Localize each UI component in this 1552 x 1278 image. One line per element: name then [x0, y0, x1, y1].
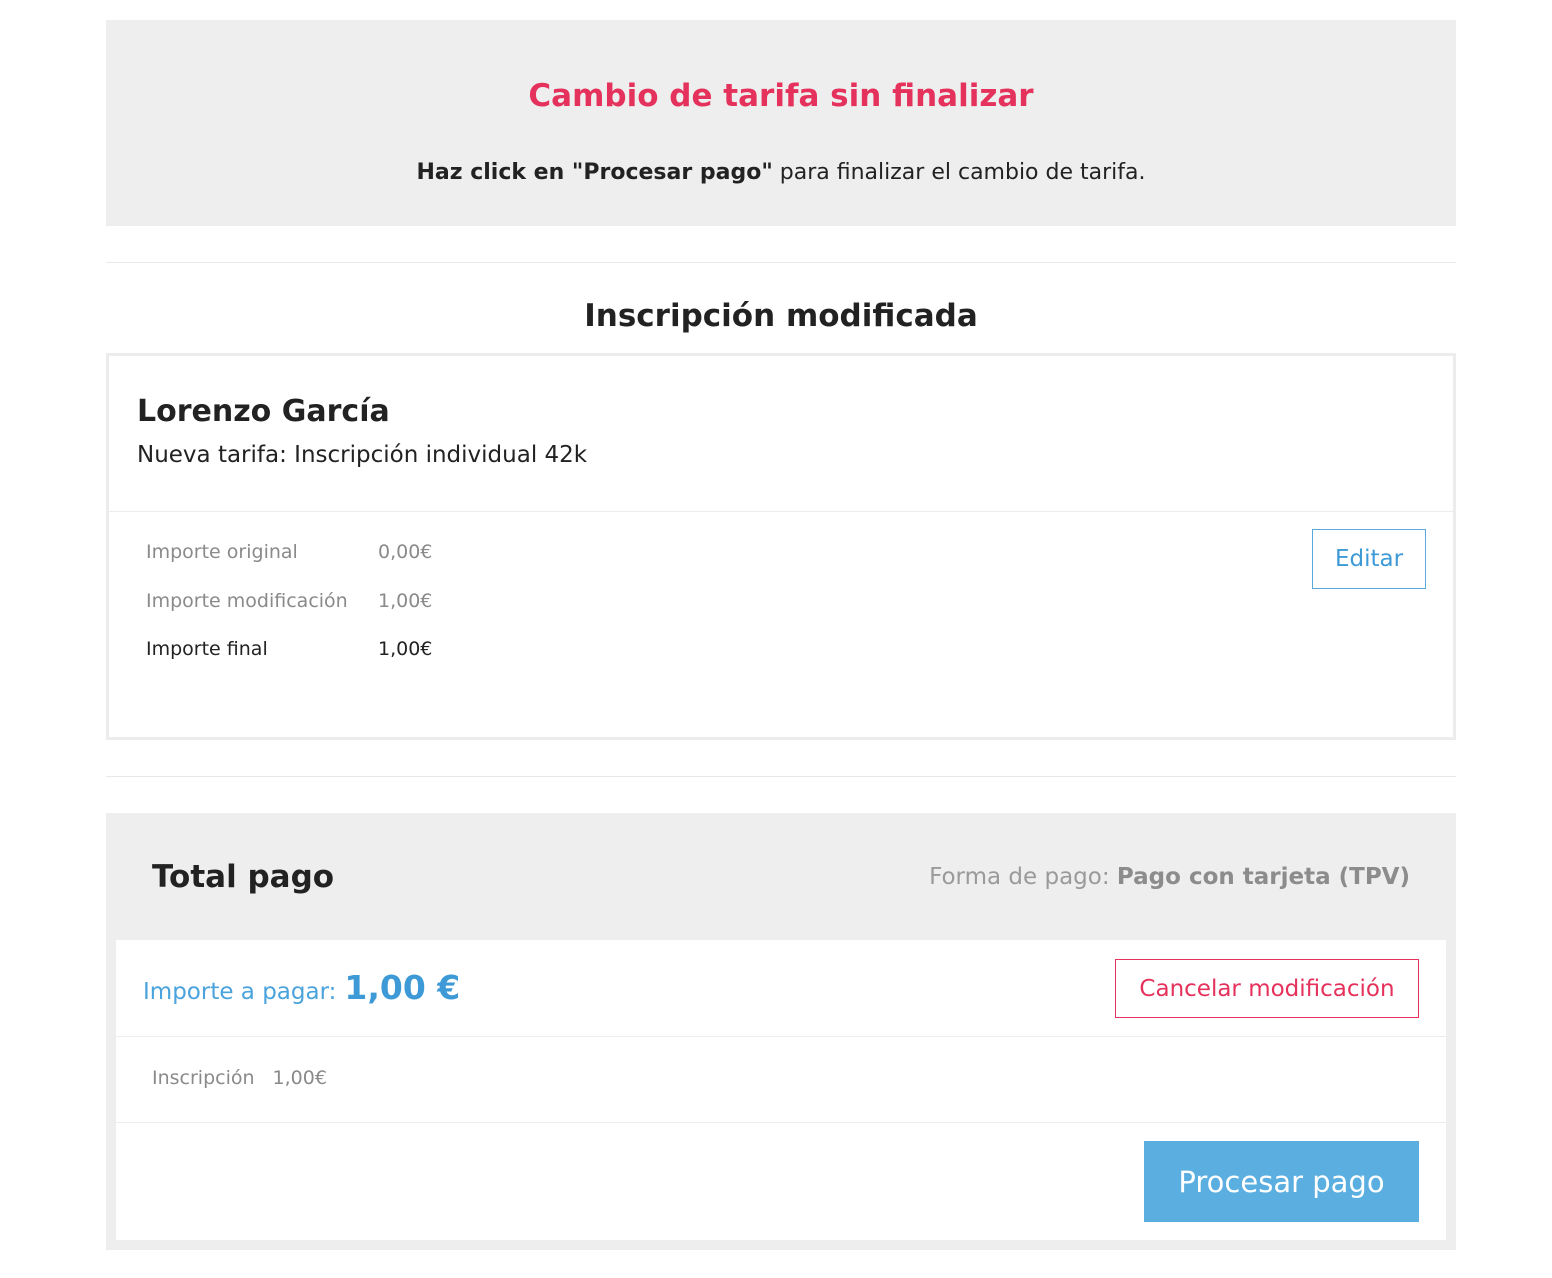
total-payment-panel: Total pago Forma de pago: Pago con tarje… — [106, 813, 1456, 1250]
divider — [106, 262, 1456, 263]
edit-button[interactable]: Editar — [1312, 529, 1426, 589]
total-details: Importe a pagar: 1,00 € Cancelar modific… — [116, 940, 1446, 1240]
amount-due-label: Importe a pagar: — [143, 979, 337, 1005]
amount-value: 0,00€ — [378, 541, 433, 563]
payment-method-value: Pago con tarjeta (TPV) — [1116, 864, 1410, 890]
amount-row-final: Importe final 1,00€ — [146, 638, 432, 687]
amount-label: Importe modificación — [146, 589, 348, 612]
payment-method-label: Forma de pago: — [929, 864, 1117, 890]
amount-row-original: Importe original 0,00€ — [146, 541, 432, 590]
alert-message-bold: Haz click en "Procesar pago" — [416, 160, 773, 185]
amount-value: 1,00€ — [378, 589, 433, 612]
total-title: Total pago — [152, 859, 335, 895]
cancel-modification-button[interactable]: Cancelar modificación — [1115, 959, 1419, 1018]
amount-due: Importe a pagar: 1,00 € — [143, 968, 460, 1007]
unfinished-change-alert: Cambio de tarifa sin finalizar Haz click… — [106, 20, 1456, 226]
participant-name: Lorenzo García — [137, 394, 390, 429]
line-item: Inscripción 1,00€ — [152, 1067, 327, 1089]
line-item-value: 1,00€ — [272, 1067, 327, 1089]
section-title: Inscripción modificada — [584, 298, 978, 334]
new-rate: Nueva tarifa: Inscripción individual 42k — [137, 442, 588, 468]
alert-title: Cambio de tarifa sin finalizar — [528, 78, 1034, 114]
amount-label: Importe final — [146, 638, 268, 660]
amount-row-modification: Importe modificación 1,00€ — [146, 590, 432, 639]
amount-value: 1,00€ — [378, 638, 433, 660]
card-divider — [109, 511, 1453, 512]
process-payment-button[interactable]: Procesar pago — [1144, 1141, 1419, 1222]
inner-divider — [116, 1036, 1446, 1037]
inner-divider — [116, 1122, 1446, 1123]
alert-message-rest: para finalizar el cambio de tarifa. — [772, 160, 1146, 185]
divider — [106, 776, 1456, 777]
line-item-label: Inscripción — [152, 1067, 255, 1089]
registration-card: Lorenzo García Nueva tarifa: Inscripción… — [106, 353, 1456, 740]
amounts-table: Importe original 0,00€ Importe modificac… — [146, 541, 432, 687]
amount-label: Importe original — [146, 541, 298, 563]
alert-message: Haz click en "Procesar pago" para finali… — [106, 160, 1456, 185]
payment-method: Forma de pago: Pago con tarjeta (TPV) — [929, 864, 1410, 890]
amount-due-value: 1,00 € — [344, 968, 461, 1007]
